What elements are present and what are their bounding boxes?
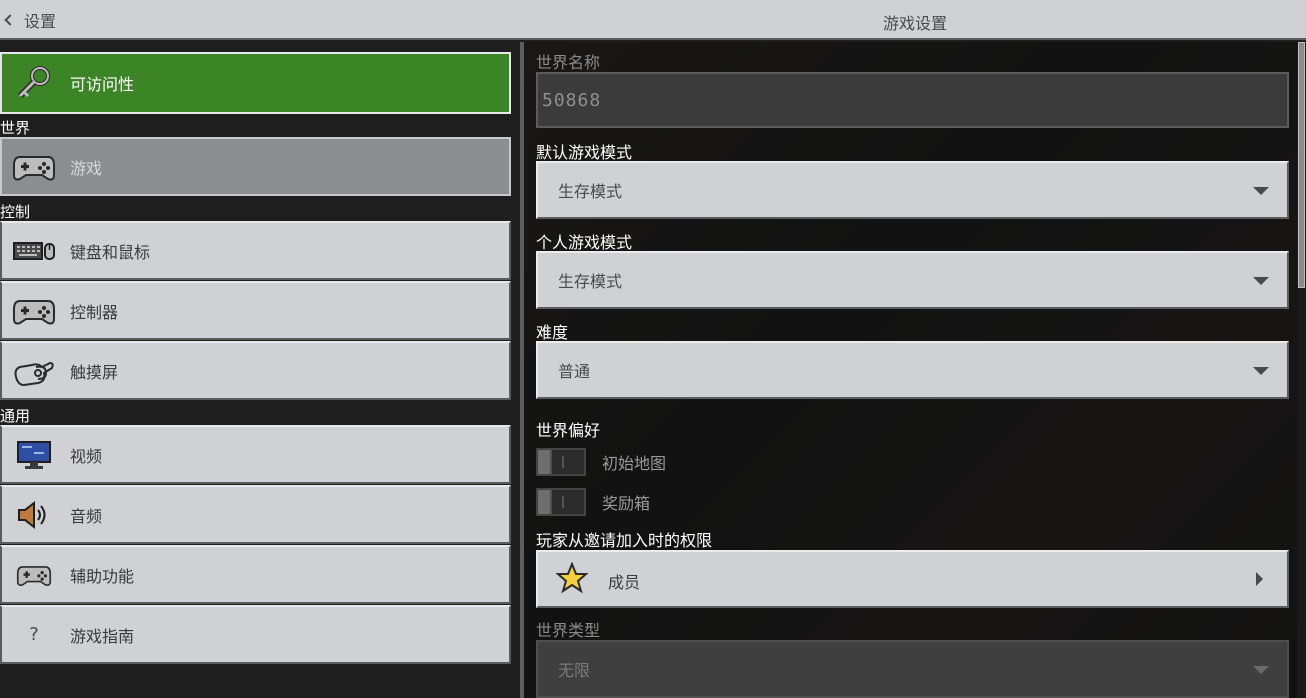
starting-map-label: 初始地图 xyxy=(602,454,667,473)
sidebar-item-keyboard-mouse[interactable]: 键盘和鼠标 xyxy=(0,221,511,280)
sidebar-item-label: 游戏 xyxy=(70,158,103,178)
dropdown-value: 无限 xyxy=(558,661,591,680)
key-icon xyxy=(12,63,56,103)
world-name-field[interactable]: 50868 xyxy=(536,72,1289,128)
sidebar-item-label: 键盘和鼠标 xyxy=(70,242,151,262)
scrollbar-thumb[interactable] xyxy=(1298,42,1305,288)
section-label-general: 通用 xyxy=(0,407,31,425)
world-type-dropdown: 无限 xyxy=(536,640,1289,698)
world-name-value: 50868 xyxy=(542,89,602,111)
sidebar-item-label: 可访问性 xyxy=(70,75,135,94)
sidebar-item-assist[interactable]: 辅助功能 xyxy=(0,545,511,604)
sidebar-item-touch[interactable]: 触摸屏 xyxy=(0,341,511,400)
back-button[interactable]: 设置 xyxy=(0,0,56,40)
question-icon: ? xyxy=(29,624,39,645)
sidebar-item-controller[interactable]: 控制器 xyxy=(0,281,511,340)
toggle-knob xyxy=(538,490,552,514)
controller-icon xyxy=(12,291,56,331)
dropdown-value: 普通 xyxy=(558,362,591,381)
chevron-right-icon xyxy=(1256,572,1263,586)
toggle-notch xyxy=(562,456,564,468)
starting-map-toggle[interactable] xyxy=(536,448,586,476)
back-label: 设置 xyxy=(24,12,57,31)
sidebar-item-accessibility[interactable]: 可访问性 xyxy=(0,52,511,114)
sidebar-item-guide[interactable]: ? 游戏指南 xyxy=(0,605,511,664)
chevron-down-icon xyxy=(1253,367,1269,375)
controller-icon xyxy=(12,555,56,595)
keyboard-mouse-icon xyxy=(12,231,56,271)
bonus-chest-row: 奖励箱 xyxy=(536,488,650,516)
speaker-icon xyxy=(12,495,56,535)
dropdown-value: 生存模式 xyxy=(558,182,623,201)
invite-permission-button[interactable]: 成员 xyxy=(536,550,1289,608)
scrollbar[interactable] xyxy=(1297,42,1306,698)
sidebar-item-audio[interactable]: 音频 xyxy=(0,485,511,544)
section-label-world: 世界 xyxy=(0,119,31,137)
sidebar: 可访问性 世界 游戏 控制 键盘和鼠标 控制器 触摸屏 通用 视频 音频 辅助功… xyxy=(0,42,520,698)
chevron-down-icon xyxy=(1253,666,1269,674)
difficulty-dropdown[interactable]: 普通 xyxy=(536,341,1289,399)
toggle-knob xyxy=(538,450,552,474)
world-type-label: 世界类型 xyxy=(536,621,601,640)
bonus-chest-label: 奖励箱 xyxy=(602,494,651,513)
section-label-controls: 控制 xyxy=(0,203,31,221)
difficulty-label: 难度 xyxy=(536,323,569,342)
world-preferences-label: 世界偏好 xyxy=(536,421,601,440)
monitor-icon xyxy=(12,435,56,475)
sidebar-item-label: 触摸屏 xyxy=(70,362,119,382)
header-bar: 设置 游戏设置 xyxy=(0,0,1306,40)
toggle-notch xyxy=(562,496,564,508)
chevron-down-icon xyxy=(1253,277,1269,285)
dropdown-value: 生存模式 xyxy=(558,272,623,291)
sidebar-item-label: 音频 xyxy=(70,506,103,526)
starting-map-row: 初始地图 xyxy=(536,448,666,476)
controller-icon xyxy=(12,147,56,187)
permission-value: 成员 xyxy=(608,573,641,592)
chevron-left-icon xyxy=(4,14,16,26)
settings-panel: 世界名称 50868 默认游戏模式 生存模式 个人游戏模式 生存模式 难度 普通… xyxy=(524,42,1306,698)
default-game-mode-dropdown[interactable]: 生存模式 xyxy=(536,161,1289,219)
sidebar-item-video[interactable]: 视频 xyxy=(0,425,511,484)
sidebar-item-label: 控制器 xyxy=(70,302,119,322)
touch-hand-icon xyxy=(12,351,56,391)
default-game-mode-label: 默认游戏模式 xyxy=(536,143,633,162)
sidebar-item-label: 游戏指南 xyxy=(70,626,135,646)
star-icon xyxy=(556,562,588,594)
chevron-down-icon xyxy=(1253,187,1269,195)
bonus-chest-toggle[interactable] xyxy=(536,488,586,516)
personal-game-mode-dropdown[interactable]: 生存模式 xyxy=(536,251,1289,309)
sidebar-item-game[interactable]: 游戏 xyxy=(0,137,511,196)
invite-permission-label: 玩家从邀请加入时的权限 xyxy=(536,531,713,550)
page-title: 游戏设置 xyxy=(883,14,948,33)
world-name-label: 世界名称 xyxy=(536,53,601,72)
personal-game-mode-label: 个人游戏模式 xyxy=(536,233,633,252)
sidebar-item-label: 辅助功能 xyxy=(70,566,135,586)
sidebar-item-label: 视频 xyxy=(70,446,103,466)
